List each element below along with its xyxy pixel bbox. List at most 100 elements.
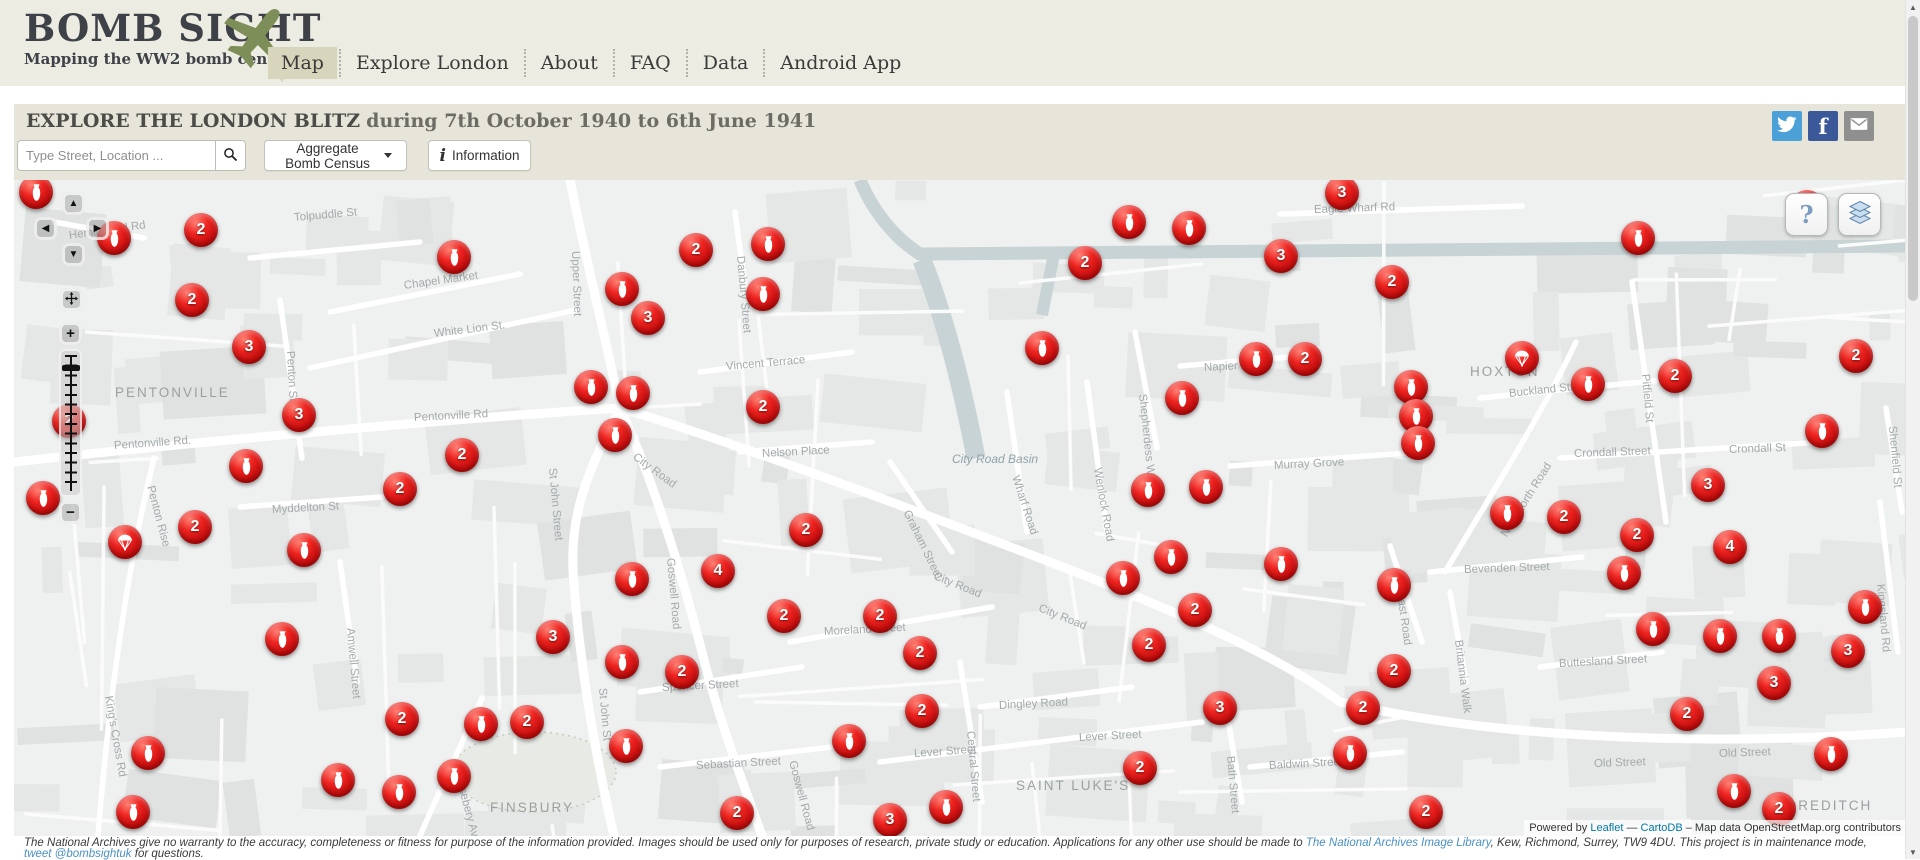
search-input[interactable] [17,140,215,171]
bomb-cluster-marker[interactable]: 3 [1325,180,1359,210]
pan-right-button[interactable]: ▶ [86,217,109,240]
bomb-marker[interactable] [1264,547,1298,581]
aggregate-bomb-census-dropdown[interactable]: Aggregate Bomb Census [264,140,407,171]
bomb-marker[interactable] [287,533,321,567]
scroll-down-arrow[interactable]: ▼ [1906,845,1920,859]
bomb-marker[interactable] [1762,619,1796,653]
bomb-cluster-marker[interactable]: 3 [631,301,665,335]
nav-item-about[interactable]: About [528,47,611,79]
bomb-cluster-marker[interactable]: 3 [232,330,266,364]
information-button[interactable]: i Information [428,140,531,171]
zoom-slider-handle[interactable] [62,365,80,371]
bomb-marker[interactable] [598,418,632,452]
layers-button[interactable] [1838,193,1881,236]
scrollbar-thumb[interactable] [1908,16,1918,301]
bomb-marker[interactable] [437,759,471,793]
bomb-cluster-marker[interactable]: 2 [905,694,939,728]
bomb-cluster-marker[interactable]: 2 [1123,751,1157,785]
bomb-cluster-marker[interactable]: 2 [385,702,419,736]
bomb-marker[interactable] [605,272,639,306]
bomb-cluster-marker[interactable]: 2 [1178,593,1212,627]
bomb-marker[interactable] [26,481,60,515]
bomb-cluster-marker[interactable]: 2 [175,283,209,317]
bomb-marker[interactable] [1165,381,1199,415]
bomb-cluster-marker[interactable]: 2 [1068,246,1102,280]
facebook-share-button[interactable]: f [1808,111,1838,141]
recenter-button[interactable] [60,288,83,311]
bomb-marker[interactable] [1848,590,1882,624]
bomb-marker[interactable] [1377,568,1411,602]
bomb-cluster-marker[interactable]: 3 [1203,691,1237,725]
bomb-cluster-marker[interactable]: 2 [1375,265,1409,299]
bomb-cluster-marker[interactable]: 2 [720,796,754,830]
bomb-cluster-marker[interactable]: 2 [863,599,897,633]
bomb-marker[interactable] [321,763,355,797]
bomb-cluster-marker[interactable]: 4 [1713,530,1747,564]
bomb-marker[interactable] [1490,496,1524,530]
bomb-cluster-marker[interactable]: 2 [1839,339,1873,373]
bomb-marker[interactable] [609,729,643,763]
bomb-cluster-marker[interactable]: 2 [746,390,780,424]
bomb-marker[interactable] [1025,331,1059,365]
bomb-cluster-marker[interactable]: 4 [701,554,735,588]
bomb-cluster-marker[interactable]: 2 [1670,697,1704,731]
pan-left-button[interactable]: ◀ [34,217,57,240]
zoom-slider[interactable] [59,349,82,497]
bomb-cluster-marker[interactable]: 2 [1132,628,1166,662]
bomb-cluster-marker[interactable]: 2 [767,599,801,633]
parachute-mine-marker[interactable] [108,525,142,559]
bomb-cluster-marker[interactable]: 2 [789,513,823,547]
bomb-marker[interactable] [746,277,780,311]
bomb-marker[interactable] [1814,737,1848,771]
bomb-marker[interactable] [1717,774,1751,808]
bomb-cluster-marker[interactable]: 2 [1288,342,1322,376]
bomb-cluster-marker[interactable]: 2 [1346,691,1380,725]
bomb-marker[interactable] [1154,540,1188,574]
bomb-cluster-marker[interactable]: 2 [665,655,699,689]
bomb-marker[interactable] [616,376,650,410]
bomb-marker[interactable] [1805,414,1839,448]
bomb-marker[interactable] [229,449,263,483]
bomb-cluster-marker[interactable]: 2 [1658,359,1692,393]
nav-item-map[interactable]: Map [268,47,337,79]
zoom-out-button[interactable]: − [59,501,82,524]
bomb-cluster-marker[interactable]: 3 [1757,666,1791,700]
pan-up-button[interactable]: ▲ [62,192,85,215]
scroll-up-arrow[interactable]: ▲ [1906,0,1920,14]
bombsightuk-tweet-link[interactable]: tweet @bombsightuk [24,848,132,860]
bomb-marker[interactable] [1607,556,1641,590]
bomb-marker[interactable] [116,795,150,829]
leaflet-link[interactable]: Leaflet [1590,822,1623,834]
bomb-marker[interactable] [1703,619,1737,653]
bomb-cluster-marker[interactable]: 2 [184,213,218,247]
bomb-cluster-marker[interactable]: 2 [510,705,544,739]
bomb-marker[interactable] [1172,211,1206,245]
bomb-cluster-marker[interactable]: 2 [1377,654,1411,688]
bomb-cluster-marker[interactable]: 2 [1409,795,1443,829]
bomb-cluster-marker[interactable]: 3 [536,620,570,654]
help-button[interactable]: ? [1785,193,1828,236]
zoom-in-button[interactable]: + [59,322,82,345]
bomb-marker[interactable] [382,775,416,809]
bomb-marker[interactable] [1106,561,1140,595]
pan-down-button[interactable]: ▼ [62,243,85,266]
search-button[interactable] [215,140,246,171]
bomb-marker[interactable] [1333,736,1367,770]
bomb-cluster-marker[interactable]: 2 [178,510,212,544]
nav-item-data[interactable]: Data [690,47,762,79]
browser-scrollbar[interactable]: ▲ ▼ [1905,0,1920,859]
map-canvas[interactable]: Pentonville Rd.Pentonville RdWhite Lion … [14,180,1906,836]
parachute-mine-marker[interactable] [1505,341,1539,375]
bomb-cluster-marker[interactable]: 3 [1831,634,1865,668]
bomb-cluster-marker[interactable]: 3 [282,398,316,432]
twitter-share-button[interactable] [1772,111,1802,141]
bomb-marker[interactable] [574,370,608,404]
bomb-cluster-marker[interactable]: 2 [1547,500,1581,534]
bomb-marker[interactable] [1636,612,1670,646]
bomb-cluster-marker[interactable]: 2 [903,636,937,670]
nav-item-android-app[interactable]: Android App [767,47,914,79]
bomb-marker[interactable] [1401,426,1435,460]
bomb-cluster-marker[interactable]: 2 [445,438,479,472]
national-archives-link[interactable]: The National Archives Image Library [1306,837,1491,849]
bomb-cluster-marker[interactable]: 2 [679,233,713,267]
